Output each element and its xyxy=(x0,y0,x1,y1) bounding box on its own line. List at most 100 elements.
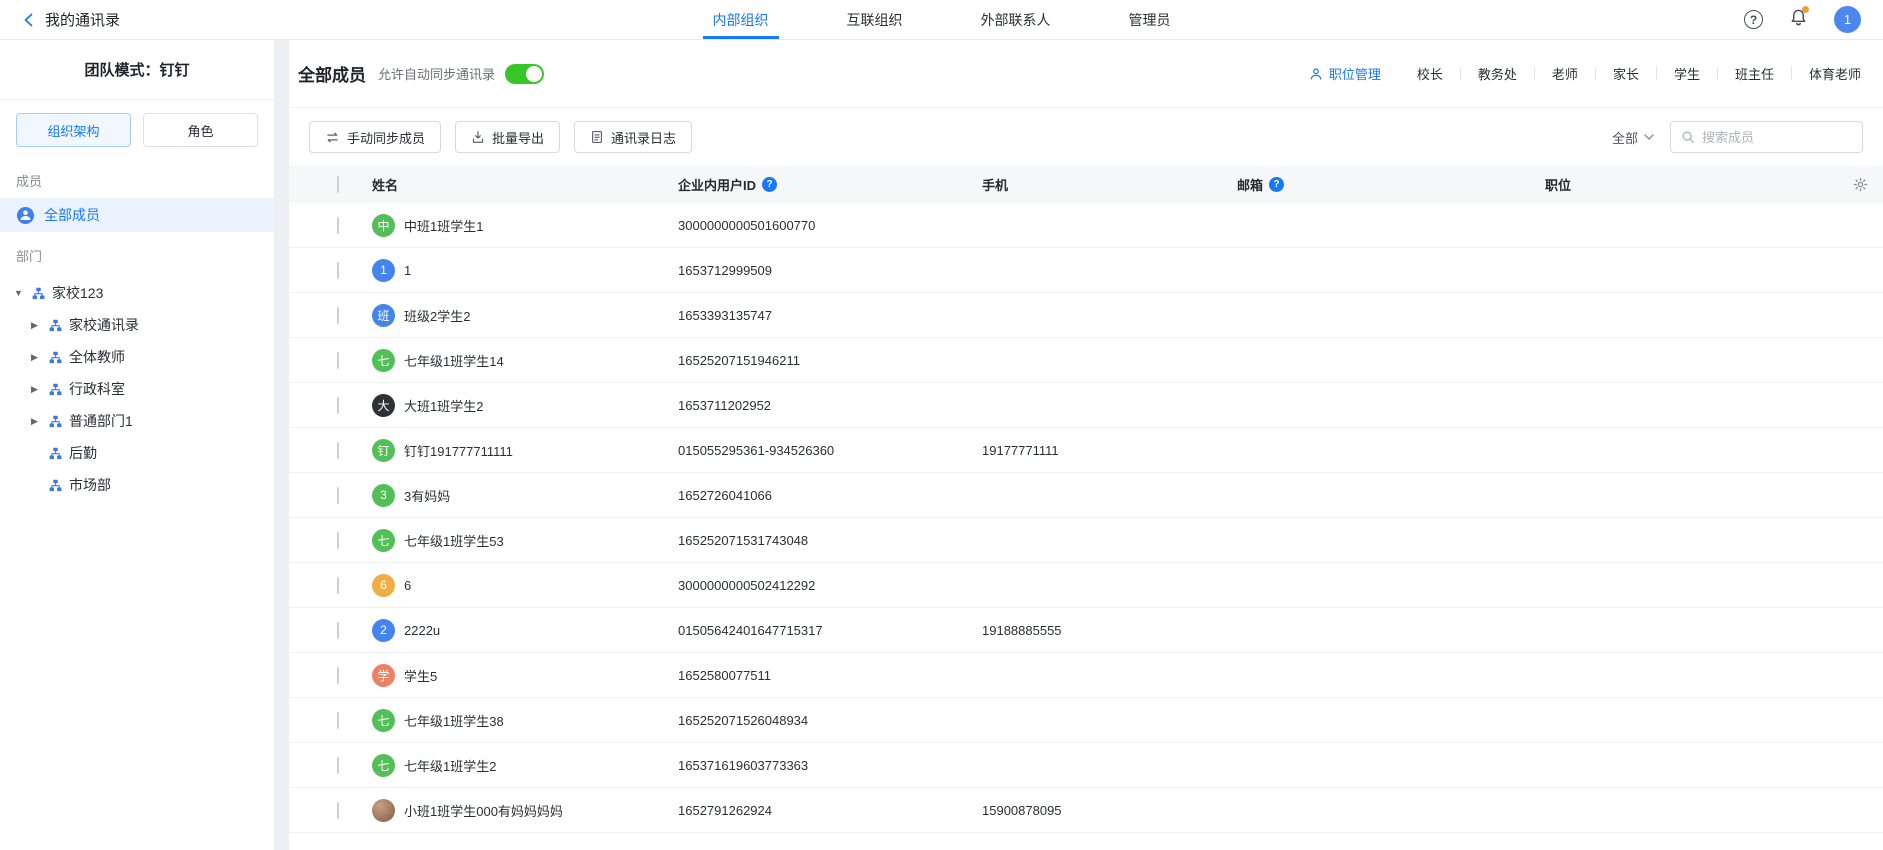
member-user-id: 16525207151946211 xyxy=(678,353,982,368)
member-user-id: 1652726041066 xyxy=(678,488,982,503)
member-user-id: 3000000000501600770 xyxy=(678,218,982,233)
email-help-icon[interactable]: ? xyxy=(1269,177,1284,192)
position-tag[interactable]: 校长 xyxy=(1415,64,1445,83)
row-checkbox[interactable] xyxy=(337,442,339,459)
table-row[interactable]: 663000000000502412292 xyxy=(289,563,1883,608)
member-name: 七年级1班学生38 xyxy=(404,711,504,730)
expand-icon[interactable]: ▶ xyxy=(31,416,49,427)
department-icon xyxy=(49,479,69,492)
tree-item-行政科室[interactable]: ▶行政科室 xyxy=(0,373,274,405)
user-avatar[interactable]: 1 xyxy=(1834,6,1861,33)
row-checkbox[interactable] xyxy=(337,802,339,819)
tab-admins[interactable]: 管理员 xyxy=(1129,0,1171,39)
tab-internal-org[interactable]: 内部组织 xyxy=(713,0,769,39)
member-avatar: 七 xyxy=(372,349,395,372)
contact-log-button[interactable]: 通讯录日志 xyxy=(574,121,692,153)
member-name: 6 xyxy=(404,578,411,593)
table-row[interactable]: 七七年级1班学生38165252071526048934 xyxy=(289,698,1883,743)
expand-icon[interactable]: ▶ xyxy=(31,320,49,331)
members-title: 全部成员 xyxy=(298,61,366,86)
batch-export-button[interactable]: 批量导出 xyxy=(455,121,560,153)
sidebar-item-all-members[interactable]: 全部成员 xyxy=(0,198,274,232)
toggle-knob xyxy=(526,66,542,82)
position-tag[interactable]: 体育老师 xyxy=(1807,64,1863,83)
table-row[interactable]: 学学生51652580077511 xyxy=(289,653,1883,698)
member-user-id: 165252071526048934 xyxy=(678,713,982,728)
search-box xyxy=(1670,121,1863,153)
manual-sync-button[interactable]: 手动同步成员 xyxy=(309,121,441,153)
row-checkbox[interactable] xyxy=(337,532,339,549)
position-manage-label: 职位管理 xyxy=(1329,64,1381,83)
column-settings-gear-icon[interactable] xyxy=(1837,177,1883,192)
member-avatar: 3 xyxy=(372,484,395,507)
member-phone: 15900878095 xyxy=(982,803,1237,818)
row-checkbox[interactable] xyxy=(337,352,339,369)
table-row[interactable]: 钉钉钉191777711111015055295361-934526360191… xyxy=(289,428,1883,473)
row-checkbox[interactable] xyxy=(337,667,339,684)
expand-icon[interactable]: ▶ xyxy=(31,352,49,363)
position-tag[interactable]: 学生 xyxy=(1672,64,1702,83)
tag-separator xyxy=(1534,67,1535,80)
member-user-id: 165252071531743048 xyxy=(678,533,982,548)
table-row[interactable]: 七七年级1班学生1416525207151946211 xyxy=(289,338,1883,383)
position-tag[interactable]: 家长 xyxy=(1611,64,1641,83)
all-members-icon xyxy=(16,206,35,225)
position-manage-link[interactable]: 职位管理 xyxy=(1309,64,1381,83)
back-button[interactable]: 我的通讯录 xyxy=(22,9,120,30)
row-checkbox[interactable] xyxy=(337,622,339,639)
tree-item-全体教师[interactable]: ▶全体教师 xyxy=(0,341,274,373)
org-structure-button[interactable]: 组织架构 xyxy=(16,113,131,147)
tree-item-市场部[interactable]: 市场部 xyxy=(0,469,274,501)
user-id-help-icon[interactable]: ? xyxy=(762,177,777,192)
position-tag[interactable]: 教务处 xyxy=(1476,64,1519,83)
main-panel: 全部成员 允许自动同步通讯录 职位管理 校长教务处老师家长学生班主任体育老师 手… xyxy=(289,40,1883,850)
tree-item-家校通讯录[interactable]: ▶家校通讯录 xyxy=(0,309,274,341)
row-checkbox[interactable] xyxy=(337,217,339,234)
tree-item-普通部门1[interactable]: ▶普通部门1 xyxy=(0,405,274,437)
tree-item-后勤[interactable]: 后勤 xyxy=(0,437,274,469)
table-row[interactable]: 七七年级1班学生53165252071531743048 xyxy=(289,518,1883,563)
select-all-checkbox[interactable] xyxy=(337,176,339,193)
team-mode-title: 团队模式：钉钉 xyxy=(0,40,274,100)
row-checkbox[interactable] xyxy=(337,487,339,504)
auto-sync-toggle[interactable] xyxy=(505,64,544,84)
search-input[interactable] xyxy=(1702,130,1852,145)
roles-button[interactable]: 角色 xyxy=(143,113,258,147)
view-switcher: 组织架构 角色 xyxy=(0,100,274,157)
search-icon xyxy=(1681,130,1695,144)
column-name: 姓名 xyxy=(372,175,678,194)
table-row[interactable]: 111653712999509 xyxy=(289,248,1883,293)
table-row[interactable]: 班班级2学生21653393135747 xyxy=(289,293,1883,338)
table-row[interactable]: 22222u0150564240164771531719188885555 xyxy=(289,608,1883,653)
table-row[interactable]: 中中班1班学生13000000000501600770 xyxy=(289,203,1883,248)
help-icon[interactable]: ? xyxy=(1744,10,1763,29)
position-tag[interactable]: 老师 xyxy=(1550,64,1580,83)
column-user-id-label: 企业内用户ID xyxy=(678,175,756,194)
row-checkbox[interactable] xyxy=(337,757,339,774)
tab-connected-org[interactable]: 互联组织 xyxy=(847,0,903,39)
table-row[interactable]: 小班1班学生000有妈妈妈妈165279126292415900878095 xyxy=(289,788,1883,833)
members-table: 姓名 企业内用户ID ? 手机 邮箱 ? 职位 中中班1班学生130000000… xyxy=(289,166,1883,850)
member-name: 2222u xyxy=(404,623,440,638)
member-avatar: 钉 xyxy=(372,439,395,462)
row-checkbox[interactable] xyxy=(337,397,339,414)
toolbar: 手动同步成员 批量导出 通讯录日志 全部 xyxy=(289,108,1883,166)
tree-item-家校123[interactable]: ▼家校123 xyxy=(0,277,274,309)
tab-external-contacts[interactable]: 外部联系人 xyxy=(981,0,1051,39)
table-row[interactable]: 大大班1班学生21653711202952 xyxy=(289,383,1883,428)
member-user-id: 015055295361-934526360 xyxy=(678,443,982,458)
column-user-id: 企业内用户ID ? xyxy=(678,175,982,194)
expand-icon[interactable]: ▶ xyxy=(31,384,49,395)
row-checkbox[interactable] xyxy=(337,577,339,594)
position-tag[interactable]: 班主任 xyxy=(1733,64,1776,83)
collapse-icon[interactable]: ▼ xyxy=(14,288,32,298)
filter-dropdown[interactable]: 全部 xyxy=(1612,128,1654,147)
row-checkbox[interactable] xyxy=(337,307,339,324)
row-checkbox[interactable] xyxy=(337,262,339,279)
table-body: 中中班1班学生130000000005016007701116537129995… xyxy=(289,203,1883,833)
table-row[interactable]: 33有妈妈1652726041066 xyxy=(289,473,1883,518)
notification-bell-icon[interactable] xyxy=(1789,8,1808,32)
table-row[interactable]: 七七年级1班学生2165371619603773363 xyxy=(289,743,1883,788)
tag-separator xyxy=(1460,67,1461,80)
row-checkbox[interactable] xyxy=(337,712,339,729)
